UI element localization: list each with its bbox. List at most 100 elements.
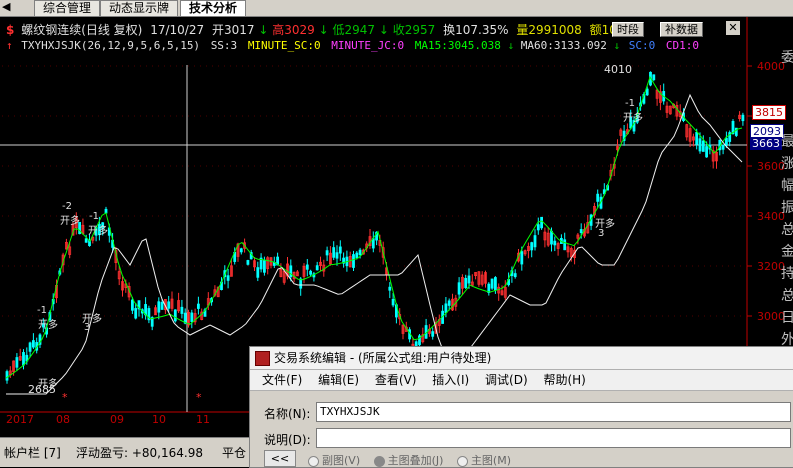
crosshair-box-2: 3663 bbox=[750, 137, 782, 150]
candle-body bbox=[246, 260, 250, 265]
radio-overlay[interactable] bbox=[373, 455, 385, 467]
signal-label: 开多 bbox=[60, 216, 80, 227]
radio-sub-chart[interactable] bbox=[308, 455, 319, 467]
side-label: 涨 bbox=[781, 156, 793, 172]
candle-body bbox=[160, 301, 164, 310]
side-label-column: 最 涨 幅 振 总 金 持 总 日 外 bbox=[781, 131, 793, 351]
app-icon bbox=[255, 351, 270, 366]
x-tick-08: 08 bbox=[56, 413, 70, 426]
candle-body bbox=[338, 246, 342, 254]
dialog-menu-bar: 文件(F) 编辑(E) 查看(V) 插入(I) 调试(D) 帮助(H) bbox=[250, 370, 793, 391]
candle-body bbox=[226, 275, 230, 281]
candle-body bbox=[28, 342, 32, 352]
indicator-sc: SC:0 bbox=[628, 39, 656, 52]
side-label: 总 bbox=[781, 288, 793, 304]
indicator-ma60: MA60:3133.092 bbox=[520, 39, 607, 52]
indicator-minute-sc: MINUTE_SC:0 bbox=[247, 39, 321, 52]
signal-label: 开多 bbox=[38, 320, 58, 331]
collapse-button[interactable]: << bbox=[264, 450, 296, 467]
candle-body bbox=[520, 251, 524, 265]
candle-body bbox=[431, 331, 435, 337]
x-tick-10: 10 bbox=[152, 413, 166, 426]
candle-body bbox=[371, 238, 375, 249]
signal-label: 3 bbox=[84, 322, 91, 333]
current-price-label: 3815 bbox=[752, 105, 786, 120]
supplement-data-button[interactable]: 补数据 bbox=[660, 22, 703, 37]
quote-date: 17/10/27 bbox=[150, 23, 205, 37]
candle-body bbox=[332, 247, 336, 258]
candle-body bbox=[695, 132, 699, 145]
candle-body bbox=[464, 277, 468, 288]
candle-body bbox=[490, 278, 494, 289]
candle-body bbox=[289, 265, 293, 278]
down-arrow-icon: ↓ bbox=[507, 39, 515, 52]
down-arrow-icon: ↓ bbox=[378, 23, 389, 37]
signal-label: -1 bbox=[625, 98, 635, 109]
option-main-chart: 主图(M) bbox=[470, 454, 512, 467]
dialog-title: 交易系统编辑 - (所属公式组:用户待处理) bbox=[274, 351, 492, 365]
close-price: 收2957 bbox=[392, 23, 436, 37]
description-field[interactable] bbox=[316, 428, 791, 448]
candle-body bbox=[513, 273, 517, 278]
menu-view[interactable]: 查看(V) bbox=[375, 373, 417, 387]
signal-label: -1 bbox=[89, 211, 99, 222]
candle-body bbox=[167, 301, 171, 309]
candle-body bbox=[130, 299, 134, 311]
time-period-button[interactable]: 时段 bbox=[612, 22, 644, 37]
candle-body bbox=[180, 306, 184, 314]
option-overlay: 主图叠加(J) bbox=[387, 454, 444, 467]
radio-main-chart[interactable] bbox=[456, 455, 468, 467]
candle-body bbox=[579, 229, 583, 234]
candle-body bbox=[5, 371, 9, 381]
turnover-rate: 换107.35% bbox=[443, 23, 509, 37]
candle-body bbox=[239, 248, 243, 253]
candle-body bbox=[15, 357, 19, 368]
x-tick-11: 11 bbox=[196, 413, 210, 426]
tab-technical-analysis[interactable]: 技术分析 bbox=[180, 0, 247, 16]
candle-body bbox=[256, 267, 260, 278]
candle-body bbox=[652, 74, 656, 81]
float-pl-value: 浮动盈亏: +80,164.98 bbox=[76, 446, 203, 460]
menu-debug[interactable]: 调试(D) bbox=[485, 373, 528, 387]
candle-body bbox=[22, 352, 25, 366]
dollar-icon: $ bbox=[6, 23, 15, 37]
volume: 量2991008 bbox=[516, 23, 582, 37]
dialog-title-bar[interactable]: 交易系统编辑 - (所属公式组:用户待处理) bbox=[250, 347, 793, 370]
name-field[interactable]: TXYHXJSJK bbox=[316, 402, 791, 422]
candle-body bbox=[536, 224, 540, 231]
candle-body bbox=[493, 277, 497, 291]
candle-body bbox=[444, 303, 448, 314]
symbol-name: 螺纹钢连续(日线 复权) bbox=[21, 23, 143, 37]
candle-body bbox=[563, 239, 567, 251]
candle-body bbox=[533, 235, 537, 248]
tab-dynamic-board[interactable]: 动态显示牌 bbox=[100, 0, 179, 16]
menu-file[interactable]: 文件(F) bbox=[262, 373, 302, 387]
candle-body bbox=[32, 340, 35, 348]
indicator-ma15: MA15:3045.038 bbox=[414, 39, 501, 52]
candle-body bbox=[725, 137, 728, 146]
tab-general[interactable]: 综合管理 bbox=[34, 0, 101, 16]
high-price: 高3029 bbox=[272, 23, 315, 37]
side-label: 持 bbox=[781, 266, 793, 282]
marker-asterisk: * bbox=[196, 391, 202, 404]
open-price: 开3017 bbox=[211, 23, 255, 37]
close-icon[interactable]: ✕ bbox=[726, 21, 740, 35]
signal-label: 3 bbox=[598, 228, 605, 239]
left-arrow-icon[interactable]: ◀ bbox=[2, 0, 10, 13]
candle-body bbox=[457, 282, 461, 295]
close-position-label[interactable]: 平仓 bbox=[222, 444, 246, 461]
candle-body bbox=[447, 300, 451, 306]
menu-help[interactable]: 帮助(H) bbox=[543, 373, 585, 387]
down-arrow-icon: ↓ bbox=[613, 39, 621, 52]
candle-body bbox=[391, 298, 395, 306]
name-label: 名称(N): bbox=[264, 407, 311, 421]
menu-edit[interactable]: 编辑(E) bbox=[318, 373, 359, 387]
side-label: 总 bbox=[781, 222, 793, 238]
candle-body bbox=[173, 309, 177, 322]
candle-body bbox=[530, 242, 534, 251]
side-label: 振 bbox=[781, 200, 793, 216]
marker-asterisk: * bbox=[62, 391, 68, 404]
account-bar-label[interactable]: 帐户栏 [7] bbox=[4, 444, 61, 461]
description-label: 说明(D): bbox=[264, 433, 311, 447]
menu-insert[interactable]: 插入(I) bbox=[432, 373, 469, 387]
